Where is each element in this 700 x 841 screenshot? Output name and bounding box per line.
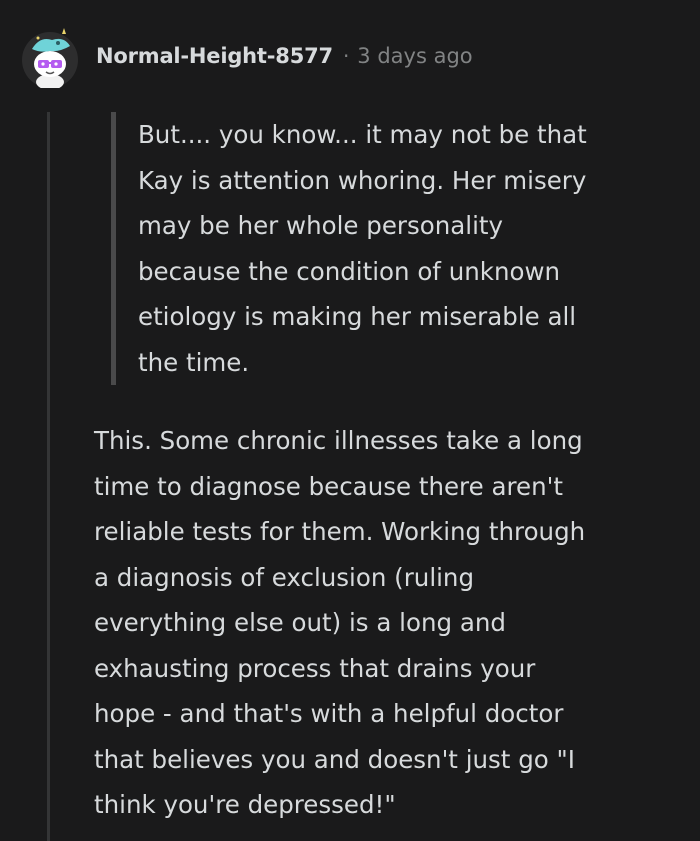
quote-line: etiology is making her miserable all <box>138 302 577 331</box>
body-line: time to diagnose because there aren't <box>94 471 563 501</box>
snoo-avatar-icon <box>22 28 78 88</box>
comment-timestamp[interactable]: 3 days ago <box>357 44 472 68</box>
body-line: a diagnosis of exclusion (ruling <box>94 562 475 592</box>
meta-separator: · <box>342 44 350 68</box>
comment-header: Normal-Height-8577 · 3 days ago <box>18 16 473 96</box>
body-line: everything else out) is a long and <box>94 608 506 637</box>
body-line: This. Some chronic illnesses take a long <box>94 426 583 455</box>
quote-line: the time. <box>138 347 250 377</box>
body-line: reliable tests for them. Working through <box>94 517 586 546</box>
user-avatar[interactable] <box>18 24 82 88</box>
comment-body: This. Some chronic illnesses take a long… <box>94 418 684 828</box>
body-line: hope - and that's with a helpful doctor <box>94 699 564 728</box>
quote-line: because the condition of unknown <box>138 256 561 286</box>
body-line: think you're depressed!" <box>94 790 396 819</box>
body-line: that believes you and doesn't just go "I <box>94 744 576 774</box>
quote-line: may be her whole personality <box>138 211 503 240</box>
quote-line: But.... you know... it may not be that <box>138 120 587 149</box>
body-line: exhausting process that drains your <box>94 653 536 683</box>
quote-line: Kay is attention whoring. Her misery <box>138 165 587 195</box>
comment-author[interactable]: Normal-Height-8577 <box>96 44 333 68</box>
thread-collapse-line[interactable] <box>47 112 50 841</box>
blockquote: But.... you know... it may not be that K… <box>111 112 700 385</box>
comment: Normal-Height-8577 · 3 days ago But.... … <box>0 0 700 841</box>
